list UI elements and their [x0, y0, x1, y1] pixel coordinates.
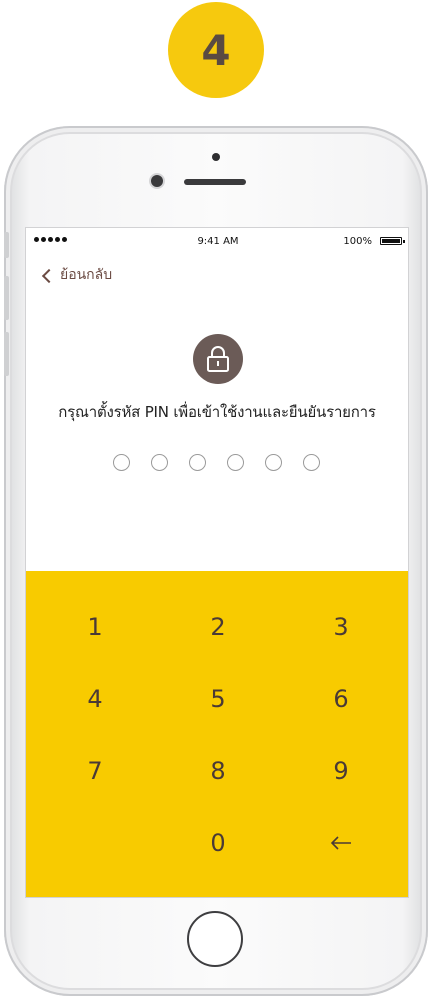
volume-down-button	[4, 332, 9, 376]
pin-indicator	[113, 454, 320, 471]
key-1[interactable]: 1	[40, 597, 150, 657]
pin-dot	[189, 454, 206, 471]
key-4[interactable]: 4	[40, 669, 150, 729]
back-button[interactable]: ย้อนกลับ	[41, 264, 113, 286]
pin-prompt: กรุณาตั้งรหัส PIN เพื่อเข้าใช้งานและยืนย…	[58, 403, 376, 421]
chevron-left-icon	[41, 268, 57, 283]
pin-dot	[227, 454, 244, 471]
key-0[interactable]: 0	[163, 813, 273, 873]
phone-screen: 9:41 AM 100% ย้อนกลับ กรุณาตั้งรหัส PIN …	[25, 227, 409, 898]
numeric-keypad: 1 2 3 4 5 6 7 8 9 0	[26, 571, 408, 897]
backspace-button[interactable]	[286, 813, 396, 873]
mute-switch	[4, 232, 9, 258]
back-label: ย้อนกลับ	[60, 267, 113, 283]
battery-icon	[380, 237, 405, 245]
key-3[interactable]: 3	[286, 597, 396, 657]
proximity-sensor	[212, 153, 220, 161]
front-camera	[151, 175, 163, 187]
key-9[interactable]: 9	[286, 741, 396, 801]
battery-percent: 100%	[343, 236, 372, 247]
home-button[interactable]	[187, 911, 243, 967]
key-8[interactable]: 8	[163, 741, 273, 801]
key-2[interactable]: 2	[163, 597, 273, 657]
volume-up-button	[4, 276, 9, 320]
key-5[interactable]: 5	[163, 669, 273, 729]
arrow-left-icon	[330, 836, 351, 850]
earpiece-speaker	[184, 179, 246, 185]
lock-icon	[193, 334, 243, 384]
pin-dot	[151, 454, 168, 471]
pin-dot	[113, 454, 130, 471]
key-7[interactable]: 7	[40, 741, 150, 801]
pin-dot	[303, 454, 320, 471]
step-badge: 4	[168, 2, 264, 98]
status-bar: 9:41 AM 100%	[26, 228, 408, 256]
pin-dot	[265, 454, 282, 471]
key-6[interactable]: 6	[286, 669, 396, 729]
